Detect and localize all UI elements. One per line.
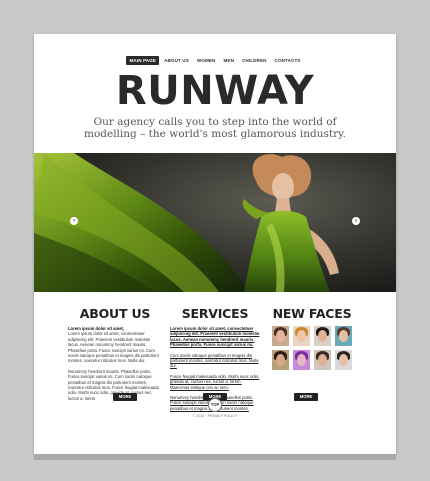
face-skin bbox=[339, 330, 348, 342]
nav-contacts[interactable]: CONTACTS bbox=[272, 56, 304, 65]
page-container: MAIN PAGE ABOUT US WOMEN MEN CHILDREN CO… bbox=[34, 34, 396, 454]
about-section: ABOUT US Lorem ipsum dolor sit amet, Lor… bbox=[68, 306, 162, 401]
hero-slider[interactable]: ‹ › bbox=[34, 153, 396, 292]
face-thumbnail[interactable] bbox=[314, 350, 331, 370]
face-skin bbox=[297, 330, 306, 342]
face-skin bbox=[318, 354, 327, 366]
tagline: Our agency calls you to step into the wo… bbox=[34, 116, 396, 140]
face-skin bbox=[339, 354, 348, 366]
model-face bbox=[272, 173, 294, 201]
service-link-2[interactable]: Cum sociis natoque penatibus et magnis d… bbox=[170, 353, 260, 369]
service-link-3[interactable]: Fusce feugiat malesuada odio. Morbi nunc… bbox=[170, 374, 260, 390]
tagline-line-2: modelling – the world's most glamorous i… bbox=[83, 128, 347, 140]
chevron-left-icon[interactable]: ‹ bbox=[70, 217, 78, 225]
nav-children[interactable]: CHILDREN bbox=[239, 56, 270, 65]
face-skin bbox=[276, 330, 285, 342]
nav-about-us[interactable]: ABOUT US bbox=[161, 56, 192, 65]
about-title: ABOUT US bbox=[79, 306, 151, 321]
hero-image bbox=[34, 153, 396, 292]
face-skin bbox=[318, 330, 327, 342]
face-thumbnail[interactable] bbox=[293, 350, 310, 370]
footer-copyright[interactable]: © 2012 · PRIVACY POLICY bbox=[34, 414, 396, 418]
new-faces-section: NEW FACES bbox=[262, 306, 362, 370]
face-thumbnail[interactable] bbox=[293, 326, 310, 346]
face-thumbnail[interactable] bbox=[335, 326, 352, 346]
faces-grid bbox=[262, 326, 362, 370]
nav-main-page[interactable]: MAIN PAGE bbox=[126, 56, 160, 65]
site-logo[interactable]: RUNWAY bbox=[34, 68, 396, 114]
face-skin bbox=[297, 354, 306, 366]
service-link-1[interactable]: Lorem ipsum dolor sit amet, consectetuer… bbox=[170, 326, 260, 348]
face-thumbnail[interactable] bbox=[272, 326, 289, 346]
new-faces-title: NEW FACES bbox=[272, 306, 352, 321]
face-thumbnail[interactable] bbox=[314, 326, 331, 346]
face-thumbnail[interactable] bbox=[272, 350, 289, 370]
about-paragraph-1: Lorem ipsum dolor sit amet, consectetuer… bbox=[68, 331, 159, 364]
back-to-top-button[interactable]: TOP bbox=[208, 398, 222, 412]
tagline-line-1: Our agency calls you to step into the wo… bbox=[93, 116, 337, 128]
chevron-right-icon[interactable]: › bbox=[352, 217, 360, 225]
page-shadow bbox=[34, 454, 396, 460]
services-title: SERVICES bbox=[181, 306, 249, 321]
face-skin bbox=[276, 354, 285, 366]
about-more-button[interactable]: MORE bbox=[113, 393, 137, 401]
face-thumbnail[interactable] bbox=[335, 350, 352, 370]
nav-men[interactable]: MEN bbox=[220, 56, 237, 65]
main-navigation: MAIN PAGE ABOUT US WOMEN MEN CHILDREN CO… bbox=[34, 56, 396, 65]
new-faces-more-button[interactable]: MORE bbox=[294, 393, 318, 401]
about-text: Lorem ipsum dolor sit amet, Lorem ipsum … bbox=[68, 326, 162, 401]
nav-women[interactable]: WOMEN bbox=[194, 56, 219, 65]
